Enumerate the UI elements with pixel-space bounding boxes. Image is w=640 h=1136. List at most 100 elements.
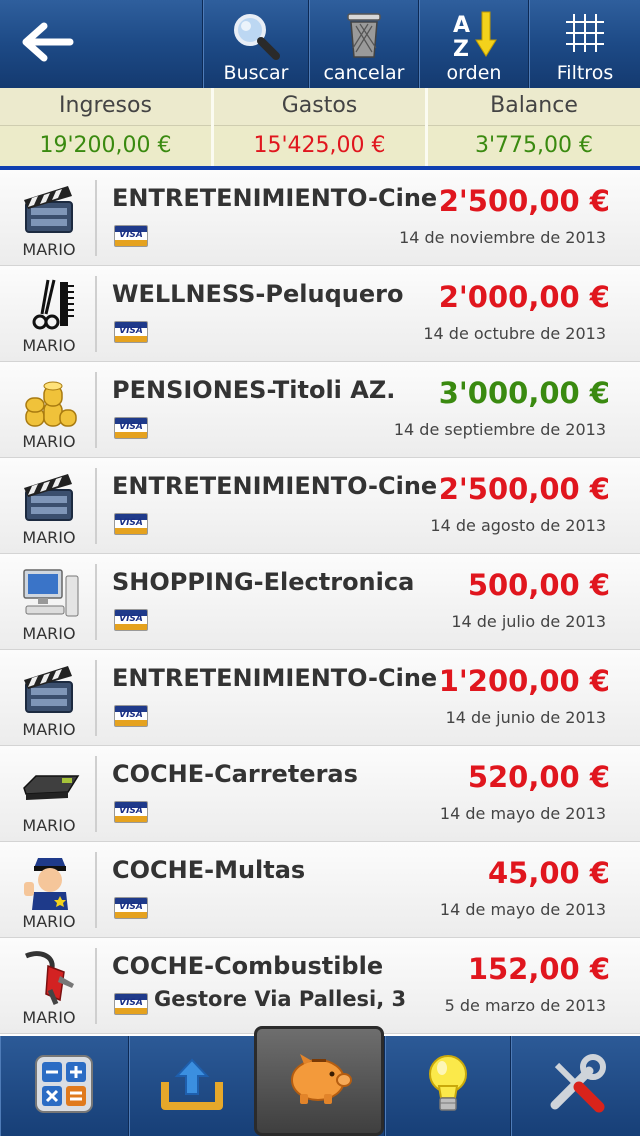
row-divider [95, 564, 97, 640]
coins-icon [20, 374, 80, 430]
visa-card-icon: VISA [114, 705, 148, 727]
tab-calculator[interactable] [0, 1036, 128, 1136]
row-amount: 45,00 € [487, 856, 610, 890]
back-button[interactable] [0, 0, 200, 88]
svg-text:Z: Z [453, 37, 469, 60]
piggy-bank-icon [284, 1050, 354, 1112]
magnifier-icon [203, 10, 309, 60]
transaction-row[interactable]: MARIO ENTRETENIMIENTO-Cine VISA 1'200,00 € 1… [0, 650, 640, 746]
row-amount: 1'200,00 € [438, 664, 610, 698]
tab-tips[interactable] [384, 1036, 511, 1136]
visa-card-icon: VISA [114, 897, 148, 919]
bottom-tab-bar [0, 1026, 640, 1136]
trash-icon [309, 10, 419, 60]
tab-settings[interactable] [510, 1036, 640, 1136]
visa-card-icon: VISA [114, 225, 148, 247]
row-note: Gestore Via Pallesi, 3 [154, 987, 407, 1011]
row-user: MARIO [22, 1008, 76, 1027]
upload-icon [161, 1056, 223, 1116]
clapperboard-icon [20, 470, 80, 526]
balance-label: Balance [428, 88, 640, 126]
row-date: 14 de julio de 2013 [451, 612, 606, 631]
row-user: MARIO [22, 528, 76, 547]
card-brand: VISA [119, 614, 143, 624]
row-user: MARIO [22, 240, 76, 259]
row-amount: 152,00 € [467, 952, 610, 986]
cancel-button[interactable]: cancelar [308, 0, 419, 88]
row-category: SHOPPING-Electronica [112, 568, 415, 596]
row-date: 14 de octubre de 2013 [423, 324, 606, 343]
card-brand: VISA [119, 422, 143, 432]
row-category: COCHE-Combustible [112, 952, 384, 980]
row-category: ENTRETENIMIENTO-Cine [112, 664, 438, 692]
search-button[interactable]: Buscar [202, 0, 309, 88]
toll-device-icon [20, 758, 80, 814]
card-brand: VISA [119, 326, 143, 336]
card-brand: VISA [119, 998, 143, 1008]
tab-transactions[interactable] [254, 1026, 384, 1136]
tab-export[interactable] [128, 1036, 255, 1136]
visa-card-icon: VISA [114, 417, 148, 439]
row-user: MARIO [22, 912, 76, 931]
row-amount: 520,00 € [467, 760, 610, 794]
row-date: 14 de septiembre de 2013 [393, 420, 606, 439]
card-brand: VISA [119, 230, 143, 240]
row-amount: 2'500,00 € [438, 184, 610, 218]
card-brand: VISA [119, 902, 143, 912]
transaction-row[interactable]: MARIO COCHE-Multas VISA 45,00 € 14 de mayo d… [0, 842, 640, 938]
tools-icon [545, 1053, 607, 1119]
fuel-nozzle-icon [20, 950, 80, 1006]
row-user: MARIO [22, 336, 76, 355]
row-user: MARIO [22, 816, 76, 835]
transaction-row[interactable]: MARIO COCHE-Combustible VISA Gestore Via Pa… [0, 938, 640, 1034]
top-toolbar: Buscar cancelar A Z orden Filtros [0, 0, 640, 89]
summary-ingresos: Ingresos 19'200,00 € [0, 88, 211, 166]
summary-panel: Ingresos 19'200,00 € Gastos 15'425,00 € … [0, 88, 640, 166]
row-amount: 3'000,00 € [438, 376, 610, 410]
ingresos-value: 19'200,00 € [0, 126, 211, 166]
transaction-list[interactable]: MARIO ENTRETENIMIENTO-Cine VISA 2'500,00 € 1… [0, 170, 640, 1036]
scissors-comb-icon [20, 278, 80, 334]
calculator-icon [34, 1054, 94, 1118]
cancel-label: cancelar [323, 62, 405, 84]
row-date: 14 de agosto de 2013 [430, 516, 606, 535]
row-category: COCHE-Carreteras [112, 760, 358, 788]
gastos-value: 15'425,00 € [214, 126, 425, 166]
filters-label: Filtros [556, 62, 614, 84]
visa-card-icon: VISA [114, 993, 148, 1015]
ingresos-label: Ingresos [0, 88, 211, 126]
transaction-row[interactable]: MARIO ENTRETENIMIENTO-Cine VISA 2'500,00 € 1… [0, 170, 640, 266]
gastos-label: Gastos [214, 88, 425, 126]
sort-label: orden [446, 62, 502, 84]
sort-button[interactable]: A Z orden [418, 0, 529, 88]
svg-text:A: A [453, 13, 470, 38]
filters-button[interactable]: Filtros [528, 0, 640, 88]
balance-value: 3'775,00 € [428, 126, 640, 166]
row-user: MARIO [22, 432, 76, 451]
row-amount: 500,00 € [467, 568, 610, 602]
row-category: ENTRETENIMIENTO-Cine [112, 184, 438, 212]
card-brand: VISA [119, 710, 143, 720]
visa-card-icon: VISA [114, 321, 148, 343]
transaction-row[interactable]: MARIO WELLNESS-Peluquero VISA 2'000,00 € 14 … [0, 266, 640, 362]
back-arrow-icon [22, 22, 74, 66]
transaction-row[interactable]: MARIO COCHE-Carreteras VISA 520,00 € 14 de m… [0, 746, 640, 842]
row-category: PENSIONES-Titoli AZ. [112, 376, 396, 404]
grid-icon [529, 10, 640, 56]
row-divider [95, 468, 97, 544]
visa-card-icon: VISA [114, 801, 148, 823]
row-date: 5 de marzo de 2013 [444, 996, 606, 1015]
row-divider [95, 852, 97, 928]
row-divider [95, 660, 97, 736]
row-date: 14 de noviembre de 2013 [399, 228, 606, 247]
row-amount: 2'000,00 € [438, 280, 610, 314]
computer-icon [20, 566, 80, 622]
transaction-row[interactable]: MARIO PENSIONES-Titoli AZ. VISA 3'000,00 € 1… [0, 362, 640, 458]
summary-gastos: Gastos 15'425,00 € [214, 88, 425, 166]
row-divider [95, 276, 97, 352]
transaction-row[interactable]: MARIO SHOPPING-Electronica VISA 500,00 € 14 … [0, 554, 640, 650]
transaction-row[interactable]: MARIO ENTRETENIMIENTO-Cine VISA 2'500,00 € 1… [0, 458, 640, 554]
row-divider [95, 180, 97, 256]
visa-card-icon: VISA [114, 609, 148, 631]
row-date: 14 de mayo de 2013 [439, 804, 606, 823]
